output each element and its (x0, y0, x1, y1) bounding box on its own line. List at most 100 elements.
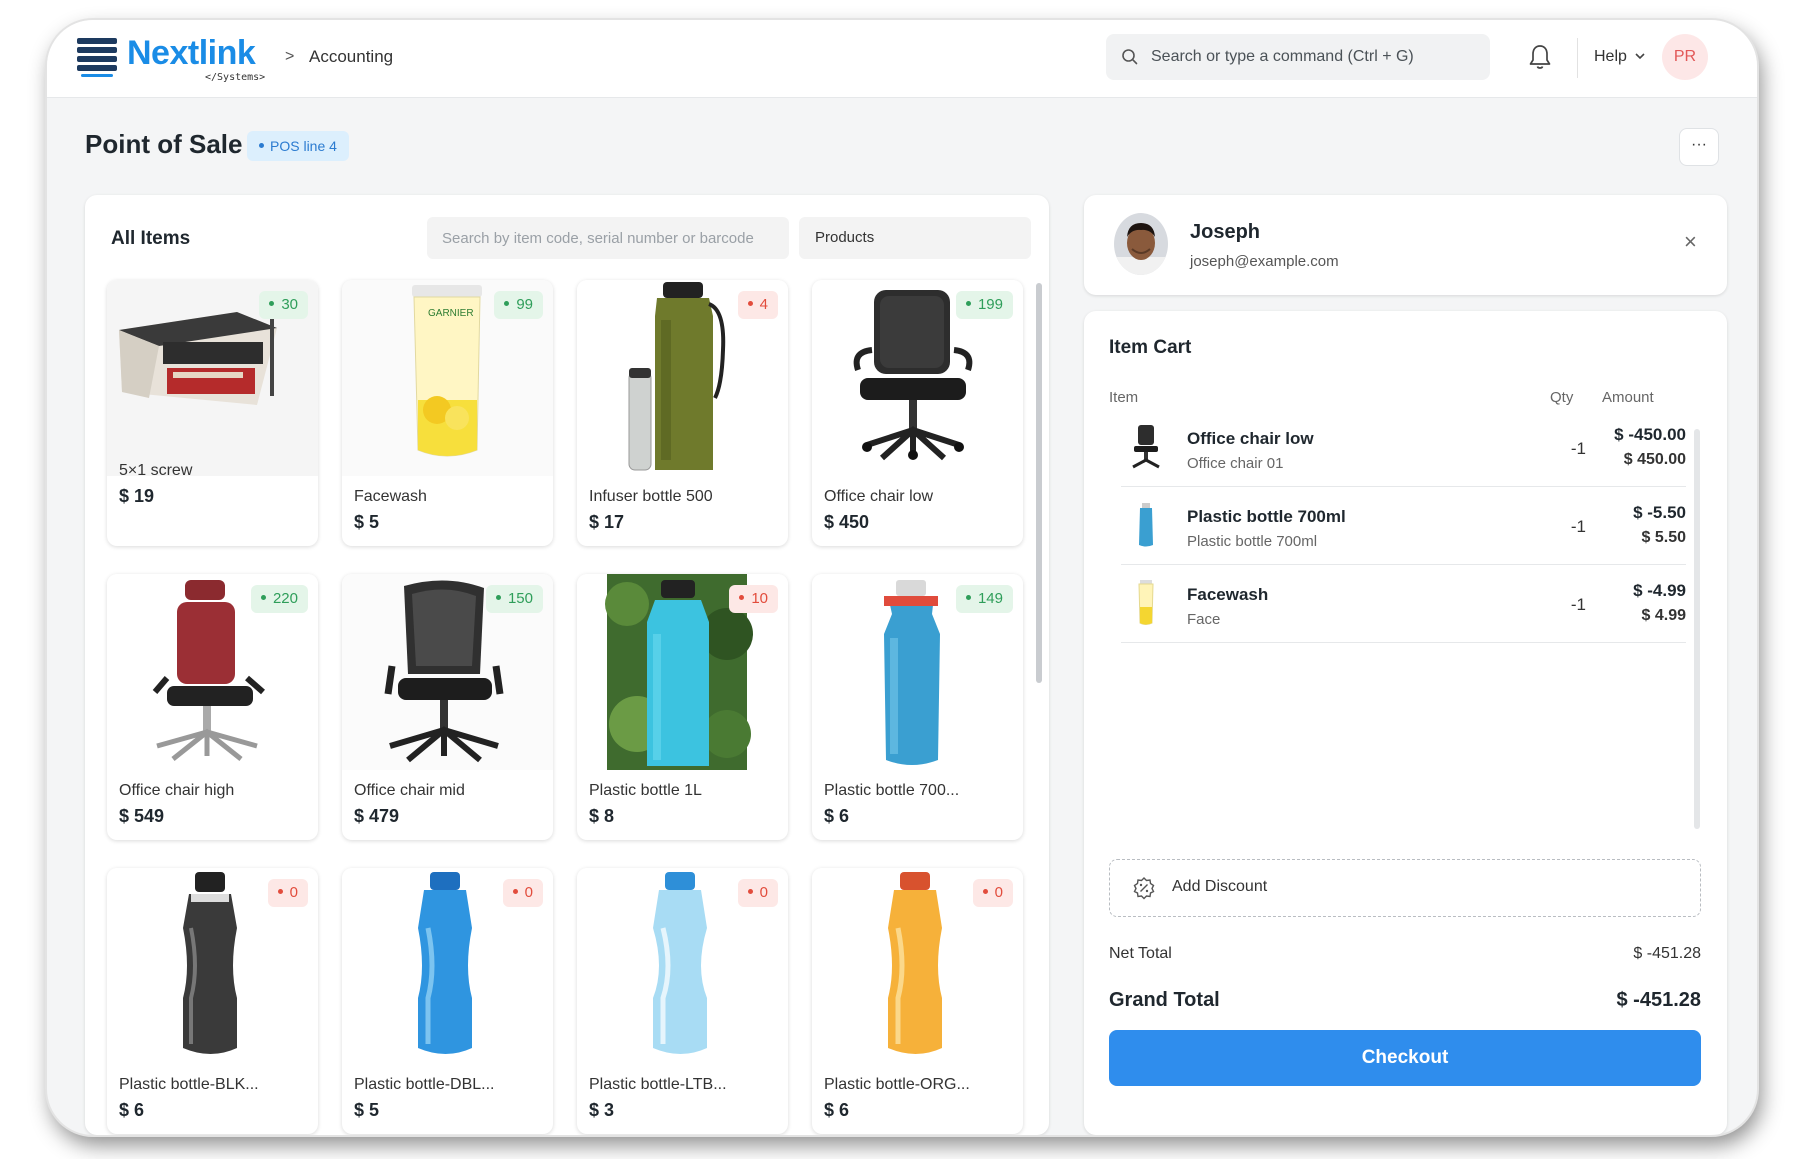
stock-badge: 150 (485, 585, 543, 613)
item-card[interactable]: GARNIER 99 Facewash $ 5 (342, 280, 553, 546)
item-search-input[interactable] (427, 217, 789, 259)
item-price: $ 6 (824, 806, 850, 826)
close-icon[interactable]: × (1684, 229, 1697, 255)
item-name: Facewash (354, 488, 427, 505)
stock-badge: 10 (729, 585, 778, 613)
items-scrollbar[interactable] (1036, 283, 1042, 683)
stock-badge: 149 (955, 585, 1013, 613)
office-chair-thumbnail (1132, 425, 1160, 469)
item-card[interactable]: 149 Plastic bottle 700... $ 6 (812, 574, 1023, 840)
stock-badge: 220 (250, 585, 308, 613)
item-card[interactable]: 220 Office chair high $ 549 (107, 574, 318, 840)
item-card[interactable]: 150 Office chair mid $ 479 (342, 574, 553, 840)
command-search[interactable]: Search or type a command (Ctrl + G) (1106, 34, 1490, 80)
item-name: Infuser bottle 500 (589, 488, 713, 505)
cart-col-amount: Amount (1602, 389, 1654, 406)
item-name: Plastic bottle 1L (589, 782, 702, 799)
more-actions-button[interactable]: ··· (1679, 128, 1719, 166)
cart-title: Item Cart (1109, 337, 1192, 358)
item-card[interactable]: 30 5×1 screw $ 19 (107, 280, 318, 546)
net-total-label: Net Total (1109, 945, 1172, 962)
bell-icon[interactable] (1527, 43, 1553, 71)
item-price: $ 479 (354, 806, 400, 826)
cart-item-amount: $ -4.99 (1633, 581, 1686, 600)
stock-badge: 199 (955, 291, 1013, 319)
search-icon (1122, 49, 1138, 65)
cart-item-rate: $ 5.50 (1641, 529, 1686, 546)
grand-total-value: $ -451.28 (1616, 989, 1701, 1011)
item-name: Office chair mid (354, 782, 465, 799)
item-card[interactable]: 0 Plastic bottle-ORG... $ 6 (812, 868, 1023, 1134)
add-discount-label: Add Discount (1172, 878, 1268, 895)
page-title: Point of Sale (85, 129, 243, 159)
pos-profile-label: POS line 4 (270, 138, 337, 154)
cart-item-amount: $ -450.00 (1614, 425, 1686, 444)
cart-col-qty: Qty (1550, 389, 1574, 406)
item-name: Plastic bottle-DBL... (354, 1076, 495, 1093)
item-group-filter[interactable]: Products (799, 217, 1031, 259)
item-card[interactable]: 4 Infuser bottle 500 $ 17 (577, 280, 788, 546)
item-price: $ 17 (589, 512, 625, 532)
facewash-thumbnail (1138, 580, 1154, 625)
cart-item-desc: Plastic bottle 700ml (1187, 533, 1318, 550)
cart-item-amount: $ -5.50 (1633, 503, 1686, 522)
item-card[interactable]: 0 Plastic bottle-BLK... $ 6 (107, 868, 318, 1134)
checkout-button[interactable]: Checkout (1109, 1030, 1701, 1086)
discount-icon (1133, 877, 1155, 900)
brand-name: Nextlink (127, 34, 256, 72)
server-stack-icon (77, 38, 121, 77)
user-avatar[interactable]: PR (1662, 34, 1708, 80)
customer-panel[interactable]: Joseph joseph@example.com × (1084, 195, 1727, 295)
item-name: Plastic bottle 700... (824, 782, 960, 799)
cart-row[interactable]: Office chair low Office chair 01 -1 $ -4… (1121, 409, 1686, 487)
stock-badge: 30 (259, 291, 308, 319)
bottle-thumbnail (1139, 503, 1153, 547)
item-card[interactable]: 0 Plastic bottle-LTB... $ 3 (577, 868, 788, 1134)
cart-row[interactable]: Plastic bottle 700ml Plastic bottle 700m… (1121, 487, 1686, 565)
item-price: $ 5 (354, 512, 380, 532)
item-name: Office chair high (119, 782, 235, 799)
stock-badge: 0 (737, 879, 778, 907)
stock-badge: 0 (972, 879, 1013, 907)
breadcrumb-accounting[interactable]: Accounting (309, 47, 393, 67)
stock-badge: 4 (737, 291, 778, 319)
customer-avatar (1114, 213, 1168, 275)
stock-badge: 99 (494, 291, 543, 319)
item-name: Plastic bottle-BLK... (119, 1076, 259, 1093)
cart-item-name: Facewash (1187, 585, 1269, 604)
cart-item-rate: $ 450.00 (1623, 451, 1686, 468)
svg-text:GARNIER: GARNIER (428, 308, 474, 319)
item-card[interactable]: 199 Office chair low $ 450 (812, 280, 1023, 546)
item-price: $ 3 (589, 1100, 615, 1120)
cart-panel: Item Cart Item Qty Amount Office chair l… (1084, 311, 1727, 1135)
customer-name: Joseph (1190, 221, 1261, 243)
item-price: $ 8 (589, 806, 615, 826)
breadcrumb-separator: > (285, 48, 295, 65)
chevron-down-icon (1635, 53, 1645, 60)
app-window: Nextlink </Systems> > Accounting Search … (47, 20, 1757, 1135)
item-card[interactable]: 0 Plastic bottle-DBL... $ 5 (342, 868, 553, 1134)
item-price: $ 6 (119, 1100, 145, 1120)
item-price: $ 5 (354, 1100, 380, 1120)
item-name: 5×1 screw (119, 462, 193, 479)
item-price: $ 450 (824, 512, 870, 532)
brand-tagline: </Systems> (205, 72, 266, 83)
item-card[interactable]: 10 Plastic bottle 1L $ 8 (577, 574, 788, 840)
net-total-value: $ -451.28 (1633, 945, 1701, 962)
cart-item-desc: Face (1187, 611, 1221, 628)
add-discount-button[interactable]: Add Discount (1109, 859, 1701, 917)
cart-item-name: Office chair low (1187, 429, 1314, 448)
help-menu[interactable]: Help (1594, 48, 1646, 66)
cart-item-name: Plastic bottle 700ml (1187, 507, 1346, 526)
items-panel: All Items Products 30 5×1 screw $ 19 GAR… (85, 195, 1049, 1135)
item-name: Plastic bottle-LTB... (589, 1076, 727, 1093)
navbar-divider (1577, 38, 1578, 78)
cart-scrollbar[interactable] (1694, 429, 1700, 829)
brand-logo[interactable]: Nextlink </Systems> (77, 34, 277, 86)
pos-profile-badge: POS line 4 (247, 131, 349, 161)
item-name: Plastic bottle-ORG... (824, 1076, 970, 1093)
cart-item-qty: -1 (1570, 595, 1586, 614)
cart-row[interactable]: Facewash Face -1 $ -4.99 $ 4.99 (1121, 565, 1686, 643)
grand-total-label: Grand Total (1109, 989, 1220, 1011)
cart-item-qty: -1 (1570, 517, 1586, 536)
